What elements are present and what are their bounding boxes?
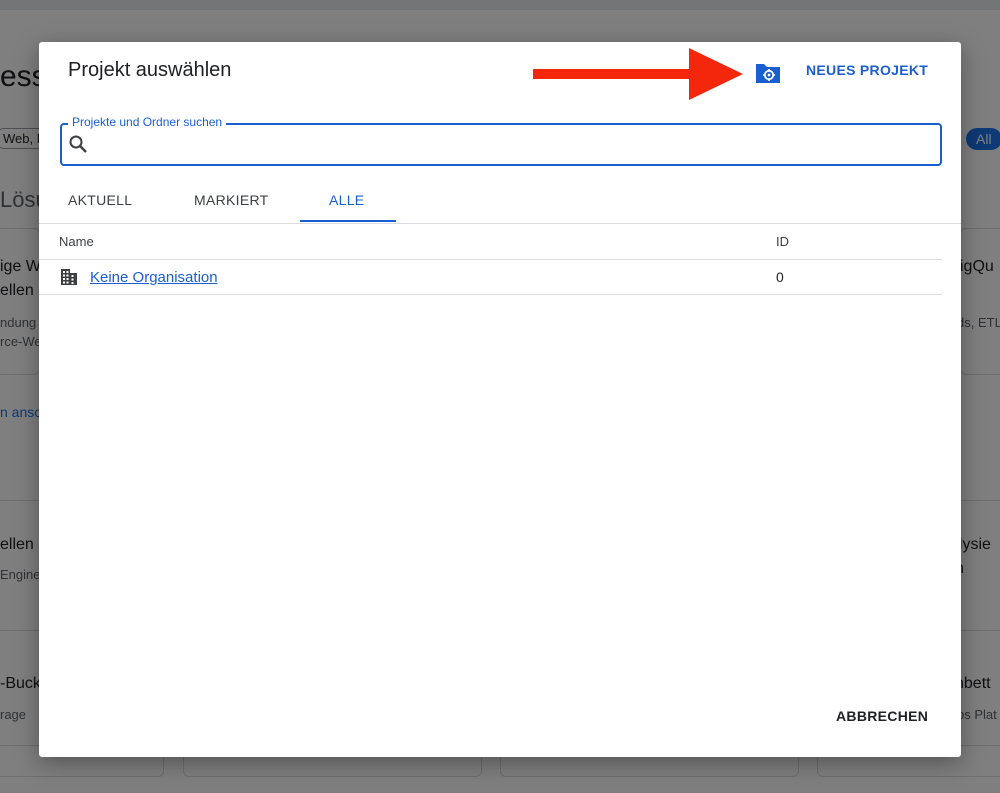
search-icon [69, 135, 87, 153]
table-row-divider [39, 294, 942, 295]
search-input[interactable] [96, 129, 930, 161]
organization-id: 0 [776, 269, 784, 285]
dialog-title: Projekt auswählen [68, 59, 232, 81]
tab-alle[interactable]: ALLE [329, 192, 364, 208]
tabs-divider [39, 223, 961, 224]
tab-markiert[interactable]: MARKIERT [194, 192, 269, 208]
tab-aktuell[interactable]: AKTUELL [68, 192, 132, 208]
red-arrow-annotation [533, 48, 743, 100]
cancel-button[interactable]: ABBRECHEN [836, 708, 928, 724]
new-project-button[interactable]: NEUES PROJEKT [806, 62, 928, 78]
organization-link[interactable]: Keine Organisation [90, 269, 218, 286]
folder-settings-icon [756, 64, 780, 83]
building-icon [61, 269, 77, 285]
search-field-label: Projekte und Ordner suchen [68, 115, 227, 129]
column-header-name: Name [59, 234, 94, 249]
create-folder-button[interactable] [754, 60, 782, 86]
search-field[interactable]: Projekte und Ordner suchen [60, 115, 942, 166]
column-header-id: ID [776, 234, 789, 249]
active-tab-indicator [300, 220, 396, 222]
table-header-divider [39, 259, 942, 260]
select-project-dialog: Projekt auswählen NEUES PROJEKT Projekte… [39, 42, 961, 757]
